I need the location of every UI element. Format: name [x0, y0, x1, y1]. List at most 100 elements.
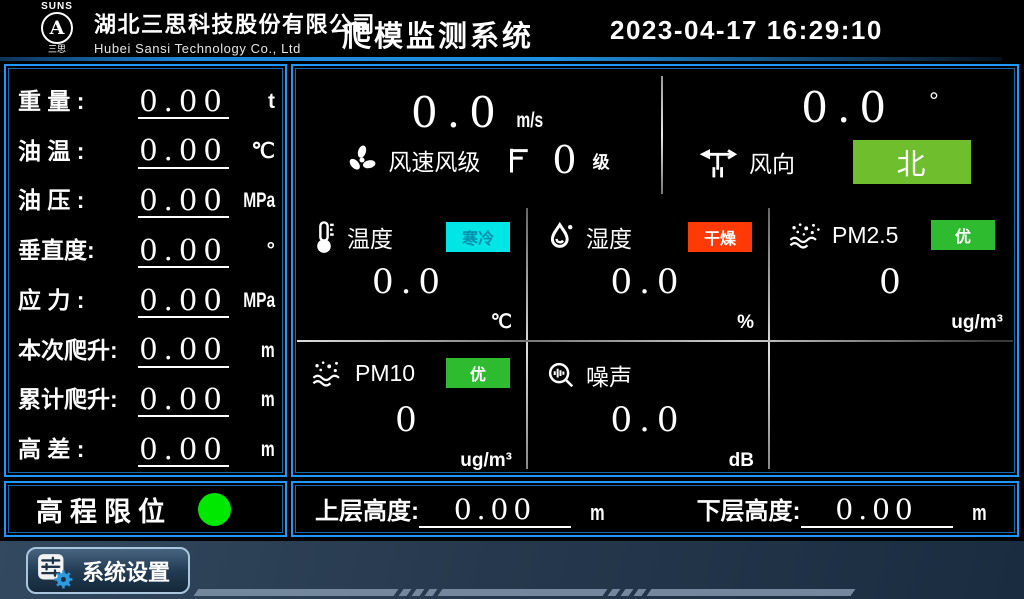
field-label: 高 差 :	[18, 430, 138, 467]
field-unit: t	[229, 90, 275, 119]
wind-direction-block: 0.0 ° 风向 北	[663, 66, 1017, 204]
sensor-status-badge: 优	[931, 220, 995, 250]
elevation-limit-status-light	[198, 493, 231, 526]
field-unit: m	[229, 388, 275, 417]
sensor-cell-temperature: 温度 寒冷 0.0 ℃	[293, 204, 526, 340]
sensor-status-badge: 干燥	[688, 222, 752, 252]
field-value: 0.00	[138, 86, 229, 119]
sensor-label: 湿度	[586, 220, 632, 254]
lower-height-unit: m	[967, 500, 987, 528]
field-stress: 应 力 : 0.00 MPa	[18, 273, 275, 318]
layer-heights-panel: 上层高度: 0.00 m 下层高度: 0.00 m	[291, 481, 1019, 537]
wind-level-value: 0	[552, 141, 576, 179]
field-unit: ℃	[229, 139, 275, 169]
field-label: 油 温 :	[18, 132, 138, 169]
upper-height-field: 上层高度: 0.00 m	[315, 491, 605, 528]
environment-panel: 0.0 m/s 风速风级	[291, 64, 1019, 477]
upper-height-value: 0.00	[419, 495, 571, 528]
thermometer-icon	[311, 220, 337, 254]
field-value: 0.00	[138, 185, 229, 218]
system-settings-button[interactable]: 系统设置	[26, 547, 190, 594]
field-value: 0.00	[138, 434, 229, 467]
footer-bar: 系统设置	[0, 541, 1024, 599]
sensor-label: PM2.5	[832, 222, 898, 249]
sensor-unit: ug/m³	[460, 450, 512, 472]
upper-height-label: 上层高度:	[315, 491, 419, 528]
header: SUNS A 三思 湖北三思科技股份有限公司 Hubei Sansi Techn…	[0, 0, 1024, 57]
field-height-diff: 高 差 : 0.00 m	[18, 422, 275, 467]
lower-height-value: 0.00	[801, 495, 953, 528]
wind-speed-label: 风速风级	[388, 143, 480, 177]
logo-suns-text: SUNS	[28, 1, 86, 12]
field-unit: m	[229, 438, 275, 467]
wind-level-flag-icon	[506, 145, 532, 175]
app-root: SUNS A 三思 湖北三思科技股份有限公司 Hubei Sansi Techn…	[0, 0, 1024, 599]
field-weight: 重 量 : 0.00 t	[18, 74, 275, 119]
company-name-cn: 湖北三思科技股份有限公司	[94, 7, 376, 39]
elevation-limit-label: 高程限位	[36, 490, 172, 529]
field-value: 0.00	[138, 334, 229, 367]
company-name-en: Hubei Sansi Technology Co., Ltd	[94, 41, 376, 56]
sensor-value: 0.0	[528, 262, 768, 302]
header-divider	[0, 57, 1002, 61]
lower-height-field: 下层高度: 0.00 m	[697, 491, 987, 528]
settings-button-label: 系统设置	[82, 555, 170, 587]
wind-level-unit: 级	[593, 148, 610, 173]
measurement-sidebar: 重 量 : 0.00 t 油 温 : 0.00 ℃ 油 压 : 0.00 MPa…	[4, 64, 287, 477]
field-verticality: 垂直度: 0.00 °	[18, 223, 275, 268]
sensor-value: 0	[770, 262, 1017, 302]
sensor-grid: 温度 寒冷 0.0 ℃ 湿度 干燥	[293, 204, 1017, 475]
field-label: 累计爬升:	[18, 380, 138, 417]
sensor-unit: dB	[729, 450, 754, 472]
field-value: 0.00	[138, 384, 229, 417]
wind-vane-icon	[697, 144, 741, 180]
field-unit: °	[229, 239, 275, 268]
datetime-display: 2023-04-17 16:29:10	[610, 15, 883, 46]
field-unit: MPa	[229, 189, 275, 218]
wind-speed-value: 0.0	[411, 91, 505, 135]
company-logo: SUNS A 三思	[28, 1, 86, 54]
field-current-climb: 本次爬升: 0.00 m	[18, 323, 275, 368]
sensor-cell-noise: 噪声 0.0 dB	[528, 342, 768, 478]
field-value: 0.00	[138, 235, 229, 268]
field-label: 油 压 :	[18, 181, 138, 218]
sensor-value: 0	[293, 400, 526, 440]
logo-mark-icon: A	[41, 12, 73, 44]
field-label: 重 量 :	[18, 82, 138, 119]
wind-direction-badge: 北	[853, 140, 971, 184]
noise-icon	[546, 360, 576, 390]
sensor-unit: %	[737, 312, 754, 334]
sensor-label: 噪声	[586, 358, 632, 392]
sensor-cell-empty	[770, 342, 1017, 478]
elevation-limit-panel: 高程限位	[4, 481, 287, 537]
sensor-status-badge: 优	[446, 358, 510, 388]
field-value: 0.00	[138, 135, 229, 168]
wind-direction-value: 0.0	[801, 86, 895, 130]
field-value: 0.00	[138, 285, 229, 318]
field-oil-temp: 油 温 : 0.00 ℃	[18, 124, 275, 169]
lower-height-label: 下层高度:	[697, 491, 801, 528]
sensor-label: PM10	[355, 360, 415, 387]
wind-direction-unit: °	[929, 88, 939, 116]
field-oil-pressure: 油 压 : 0.00 MPa	[18, 173, 275, 218]
sensor-unit: ℃	[491, 311, 512, 334]
fan-icon	[344, 142, 380, 178]
sensor-value: 0.0	[293, 262, 526, 302]
field-label: 本次爬升:	[18, 331, 138, 368]
sensor-status-badge: 寒冷	[446, 222, 510, 252]
sensor-unit: ug/m³	[951, 312, 1003, 334]
wind-direction-label: 风向	[749, 145, 795, 179]
wind-speed-block: 0.0 m/s 风速风级	[293, 66, 661, 204]
sensor-value: 0.0	[528, 400, 768, 440]
sensor-cell-humidity: 湿度 干燥 0.0 %	[528, 204, 768, 340]
field-unit: m	[229, 339, 275, 368]
dust-icon	[311, 358, 345, 388]
droplet-icon	[546, 221, 576, 253]
field-label: 垂直度:	[18, 231, 138, 268]
page-title: 爬模监测系统	[342, 13, 534, 55]
settings-icon	[36, 552, 74, 590]
sensor-label: 温度	[347, 220, 393, 254]
sensor-cell-pm25: PM2.5 优 0 ug/m³	[770, 204, 1017, 340]
logo-sub-text: 三思	[28, 44, 86, 54]
wind-section: 0.0 m/s 风速风级	[293, 66, 1017, 204]
